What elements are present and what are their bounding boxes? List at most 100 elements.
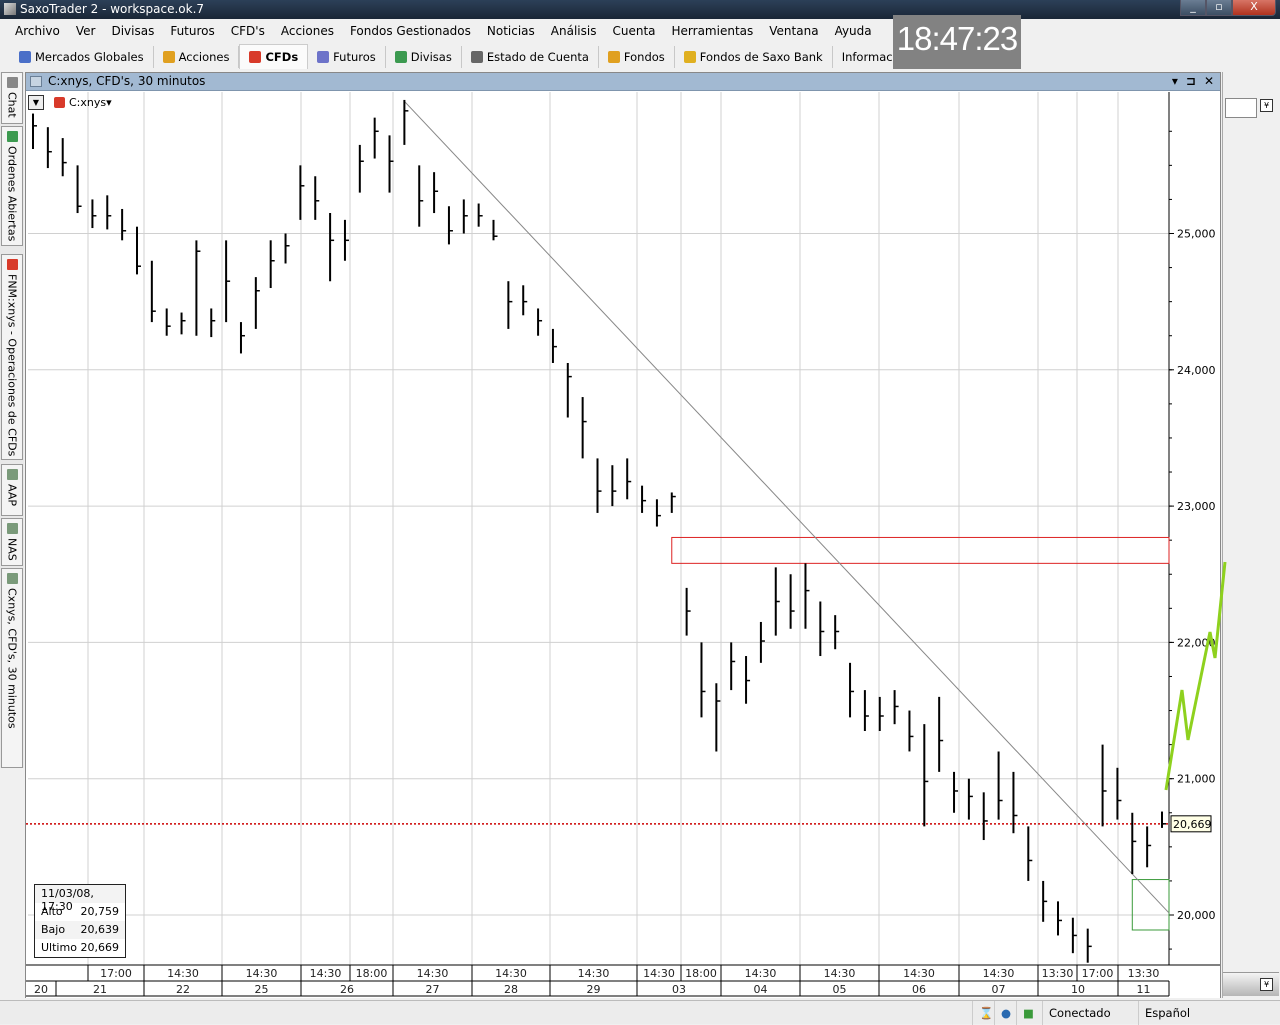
menu-7[interactable]: Noticias [479,20,543,42]
chart-window-header: C:xnys, CFD's, 30 minutos ▾ ⊐ ✕ [26,73,1220,91]
time-label: 14:30 [643,967,675,980]
info-value: 20,669 [80,941,120,954]
date-label: 06 [912,983,926,996]
info-label: Ultimo [41,941,77,954]
y-tick-label: 23,000 [1177,500,1216,513]
right-panel-footer: ¥ [1223,972,1279,996]
date-label: 11 [1137,983,1151,996]
toolbar-button-2[interactable]: CFDs [239,44,309,69]
sidebar: Chat Ordenes Abiertas FNM:xnys - Operacion… [0,72,24,768]
pin-icon[interactable]: ⊐ [1186,73,1196,90]
price-chart[interactable]: 20,00021,00022,00023,00024,00025,00020,6… [26,92,1220,998]
sidebar-tab-4[interactable]: NAS [1,518,23,566]
language-status: Español [1138,1001,1280,1025]
toolbar-button-4[interactable]: Divisas [386,45,462,68]
expand-icon[interactable]: ¥ [1260,978,1273,991]
toolbar: Mercados Globales Acciones CFDs Futuros Divi… [10,44,921,69]
status-bar: ⌛ ● ■ Conectado Español [0,1000,1280,1025]
menu-dropdown-icon[interactable]: ▾ [1172,73,1178,90]
toolbar-label: Mercados Globales [35,49,144,64]
right-panel-input[interactable] [1225,98,1257,118]
title-bar: SaxoTrader 2 - workspace.ok.7 _ ▫ X [0,0,1280,19]
time-label: 14:30 [745,967,777,980]
time-label: 14:30 [903,967,935,980]
acciones-icon [162,50,175,63]
chart-window-icon [30,76,42,87]
date-label: 27 [426,983,440,996]
time-label: 14:30 [578,967,610,980]
menu-11[interactable]: Ventana [761,20,826,42]
symbol-selector[interactable]: ▼ C:xnys ▾ [28,95,112,110]
time-label: 17:00 [100,967,132,980]
time-label: 14:30 [495,967,527,980]
toolbar-button-7[interactable]: Fondos de Saxo Bank [675,45,833,68]
saxo-funds-icon [683,50,696,63]
date-label: 28 [504,983,518,996]
sidebar-tab-5[interactable]: Cxnys, CFD's, 30 minutos [1,568,23,768]
date-label: 04 [754,983,768,996]
menu-2[interactable]: Divisas [103,20,162,42]
chart-window: C:xnys, CFD's, 30 minutos ▾ ⊐ ✕ ▼ C:xnys… [25,72,1221,998]
time-label: 13:30 [1128,967,1160,980]
menu-1[interactable]: Ver [68,20,104,42]
time-label: 14:30 [417,967,449,980]
time-label: 14:30 [246,967,278,980]
menu-3[interactable]: Futuros [162,20,222,42]
cfd-icon [249,51,262,63]
menu-5[interactable]: Acciones [273,20,342,42]
y-tick-label: 20,000 [1177,909,1216,922]
date-label: 05 [833,983,847,996]
toolbar-label: Divisas [410,49,452,64]
info-value: 20,639 [80,923,120,936]
close-button[interactable]: X [1232,0,1276,16]
right-panel: ¥ ¥ [1222,72,1280,998]
network-icon: ● [994,1001,1016,1025]
toolbar-label: Futuros [333,49,376,64]
clock: 18:47:23 [893,15,1021,69]
time-label: 14:30 [824,967,856,980]
toolbar-label: CFDs [265,50,299,64]
sidebar-tab-1[interactable]: Ordenes Abiertas [1,126,23,246]
date-label: 10 [1071,983,1085,996]
info-datetime: 11/03/08, 17:30 [41,887,94,913]
tab-icon [6,77,18,88]
gear-icon [19,50,31,63]
toolbar-button-1[interactable]: Acciones [154,45,240,68]
toolbar-button-6[interactable]: Fondos [599,45,675,68]
expand-icon[interactable]: ¥ [1260,99,1273,112]
tab-label: Ordenes Abiertas [5,146,19,242]
symbol-label[interactable]: C:xnys [69,96,106,109]
toolbar-label: Acciones [178,49,230,64]
window-title: SaxoTrader 2 - workspace.ok.7 [20,2,205,16]
toolbar-button-5[interactable]: Estado de Cuenta [462,45,599,68]
chart-options-dropdown[interactable]: ▼ [28,95,44,110]
sidebar-tab-2[interactable]: FNM:xnys - Operaciones de CFDs [1,254,23,460]
menu-12[interactable]: Ayuda [827,20,880,42]
close-chart-icon[interactable]: ✕ [1204,73,1214,90]
menu-10[interactable]: Herramientas [664,20,762,42]
toolbar-button-3[interactable]: Futuros [308,45,386,68]
time-label: 14:30 [167,967,199,980]
menu-6[interactable]: Fondos Gestionados [342,20,479,42]
toolbar-label: Fondos de Saxo Bank [699,49,823,64]
time-label: 14:30 [310,967,342,980]
minimize-button[interactable]: _ [1180,0,1206,16]
chevron-down-icon[interactable]: ▾ [106,96,112,109]
sidebar-tab-3[interactable]: AAP [1,464,23,516]
maximize-button[interactable]: ▫ [1206,0,1232,16]
menu-9[interactable]: Cuenta [604,20,663,42]
menu-4[interactable]: CFD's [223,20,273,42]
toolbar-button-0[interactable]: Mercados Globales [10,45,154,68]
toolbar-label: Estado de Cuenta [486,49,589,64]
menu-0[interactable]: Archivo [0,20,68,42]
chart-background [26,92,1220,998]
sidebar-tab-0[interactable]: Chat [1,72,23,124]
cfd-icon [54,97,65,108]
date-label: 22 [176,983,190,996]
menu-8[interactable]: Análisis [543,20,605,42]
tab-label: Chat [5,92,19,118]
tab-label: Cxnys, CFD's, 30 minutos [5,588,19,729]
futuros-icon [317,50,330,63]
divisas-icon [394,50,407,63]
tab-label: AAP [5,484,19,506]
